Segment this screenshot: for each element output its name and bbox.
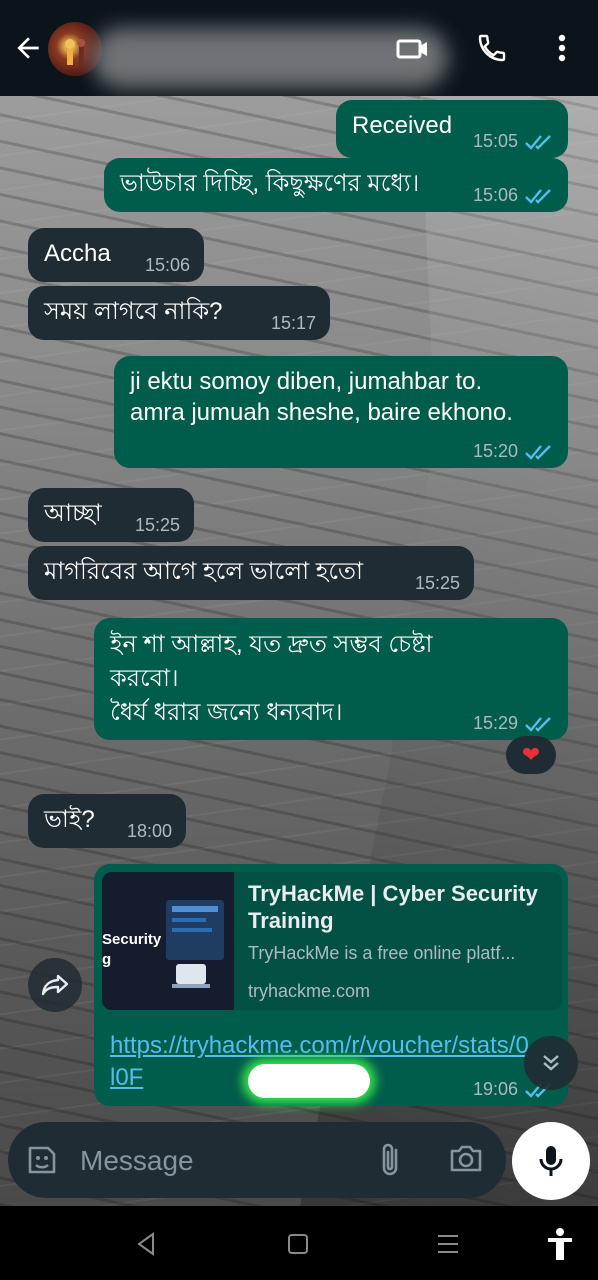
message-text: ভাউচার দিচ্ছি, কিছুক্ষণের মধ্যে। bbox=[120, 170, 420, 197]
message-text: ভাই? bbox=[44, 806, 95, 833]
thumb-text-fragment: g bbox=[102, 951, 112, 968]
message-bubble[interactable]: আচ্ছা 15:25 bbox=[28, 488, 194, 542]
camera-icon bbox=[450, 1145, 482, 1172]
phone-icon bbox=[478, 34, 506, 62]
message-composer bbox=[8, 1122, 506, 1198]
message-time: 18:00 bbox=[126, 821, 172, 841]
attach-button[interactable] bbox=[376, 1140, 406, 1185]
double-check-read-icon bbox=[525, 717, 551, 732]
message-text: ইন শা আল্লাহ, যত দ্রুত সম্ভব চেষ্টা করবো… bbox=[110, 631, 433, 726]
paperclip-icon bbox=[382, 1143, 398, 1176]
message-time: 19:06 bbox=[472, 1079, 518, 1099]
arrow-left-icon bbox=[17, 37, 39, 59]
video-call-icon bbox=[396, 39, 427, 59]
message-time: 15:17 bbox=[270, 313, 316, 333]
message-text: Received bbox=[352, 112, 453, 139]
link-message-bubble[interactable]: Security g TryHackMe | Cyber Security Tr… bbox=[94, 864, 568, 1106]
camera-button[interactable] bbox=[448, 1140, 484, 1181]
accessibility-button[interactable] bbox=[540, 1224, 580, 1264]
message-bubble[interactable]: ইন শা আল্লাহ, যত দ্রুত সম্ভব চেষ্টা করবো… bbox=[94, 618, 568, 740]
message-time: 15:06 bbox=[144, 255, 190, 275]
message-time: 15:05 bbox=[472, 131, 518, 151]
message-bubble[interactable]: মাগরিবের আগে হলে ভালো হতো 15:25 bbox=[28, 546, 474, 600]
message-bubble[interactable]: Accha 15:06 bbox=[28, 228, 204, 282]
forward-button[interactable] bbox=[28, 958, 82, 1012]
message-text: Accha bbox=[44, 240, 111, 267]
link-preview-card[interactable]: Security g TryHackMe | Cyber Security Tr… bbox=[102, 872, 562, 1010]
mic-icon bbox=[539, 1146, 563, 1176]
more-vertical-icon bbox=[558, 34, 566, 62]
nav-back-button[interactable] bbox=[126, 1224, 166, 1264]
double-chevron-down-icon bbox=[543, 1055, 559, 1071]
voice-call-button[interactable] bbox=[470, 26, 514, 70]
chat-header bbox=[0, 0, 598, 96]
emoji-button[interactable] bbox=[24, 1142, 60, 1183]
back-button[interactable] bbox=[6, 26, 50, 70]
message-time: 15:29 bbox=[472, 713, 518, 733]
nav-home-button[interactable] bbox=[278, 1224, 318, 1264]
nav-home-icon bbox=[288, 1234, 308, 1254]
more-options-button[interactable] bbox=[540, 26, 584, 70]
message-time: 15:25 bbox=[414, 573, 460, 593]
nav-recent-button[interactable] bbox=[428, 1224, 468, 1264]
message-bubble[interactable]: ভাই? 18:00 bbox=[28, 794, 186, 848]
forward-icon bbox=[41, 974, 69, 996]
double-check-read-icon bbox=[525, 189, 551, 204]
message-bubble[interactable]: Received 15:05 bbox=[336, 100, 568, 158]
preview-description: TryHackMe is a free online platf... bbox=[248, 943, 516, 963]
system-navigation-bar bbox=[0, 1206, 598, 1280]
preview-title: TryHackMe | Cyber Security Training bbox=[248, 881, 538, 933]
preview-thumbnail: Security g bbox=[102, 872, 234, 1010]
heart-icon: ❤ bbox=[521, 742, 541, 767]
video-call-button[interactable] bbox=[390, 26, 434, 70]
message-bubble[interactable]: সময় লাগবে নাকি? 15:17 bbox=[28, 286, 330, 340]
emoji-icon bbox=[28, 1146, 56, 1174]
message-time: 15:20 bbox=[472, 441, 518, 461]
message-text: আচ্ছা bbox=[44, 500, 102, 527]
voice-message-button[interactable] bbox=[512, 1122, 590, 1200]
message-text: সময় লাগবে নাকি? bbox=[44, 298, 223, 325]
double-check-read-icon bbox=[525, 445, 551, 460]
message-time: 15:06 bbox=[472, 185, 518, 205]
accessibility-icon bbox=[548, 1228, 572, 1260]
message-text: ji ektu somoy diben, jumahbar to. amra j… bbox=[130, 368, 513, 426]
nav-back-icon bbox=[137, 1232, 154, 1256]
message-time: 15:25 bbox=[134, 515, 180, 535]
message-text: মাগরিবের আগে হলে ভালো হতো bbox=[44, 558, 364, 585]
redaction-scribble bbox=[248, 1064, 370, 1098]
scroll-to-bottom-button[interactable] bbox=[524, 1036, 578, 1090]
chat-area[interactable]: Received 15:05 ভাউচার দিচ্ছি, কিছুক্ষণের… bbox=[0, 96, 598, 1206]
message-bubble[interactable]: ভাউচার দিচ্ছি, কিছুক্ষণের মধ্যে। 15:06 bbox=[104, 158, 568, 212]
double-check-read-icon bbox=[525, 135, 551, 150]
nav-recent-icon bbox=[438, 1235, 458, 1253]
preview-domain: tryhackme.com bbox=[248, 981, 371, 1001]
message-input[interactable] bbox=[78, 1138, 342, 1184]
message-bubble[interactable]: ji ektu somoy diben, jumahbar to. amra j… bbox=[114, 356, 568, 468]
reaction-heart[interactable]: ❤ bbox=[506, 736, 556, 774]
